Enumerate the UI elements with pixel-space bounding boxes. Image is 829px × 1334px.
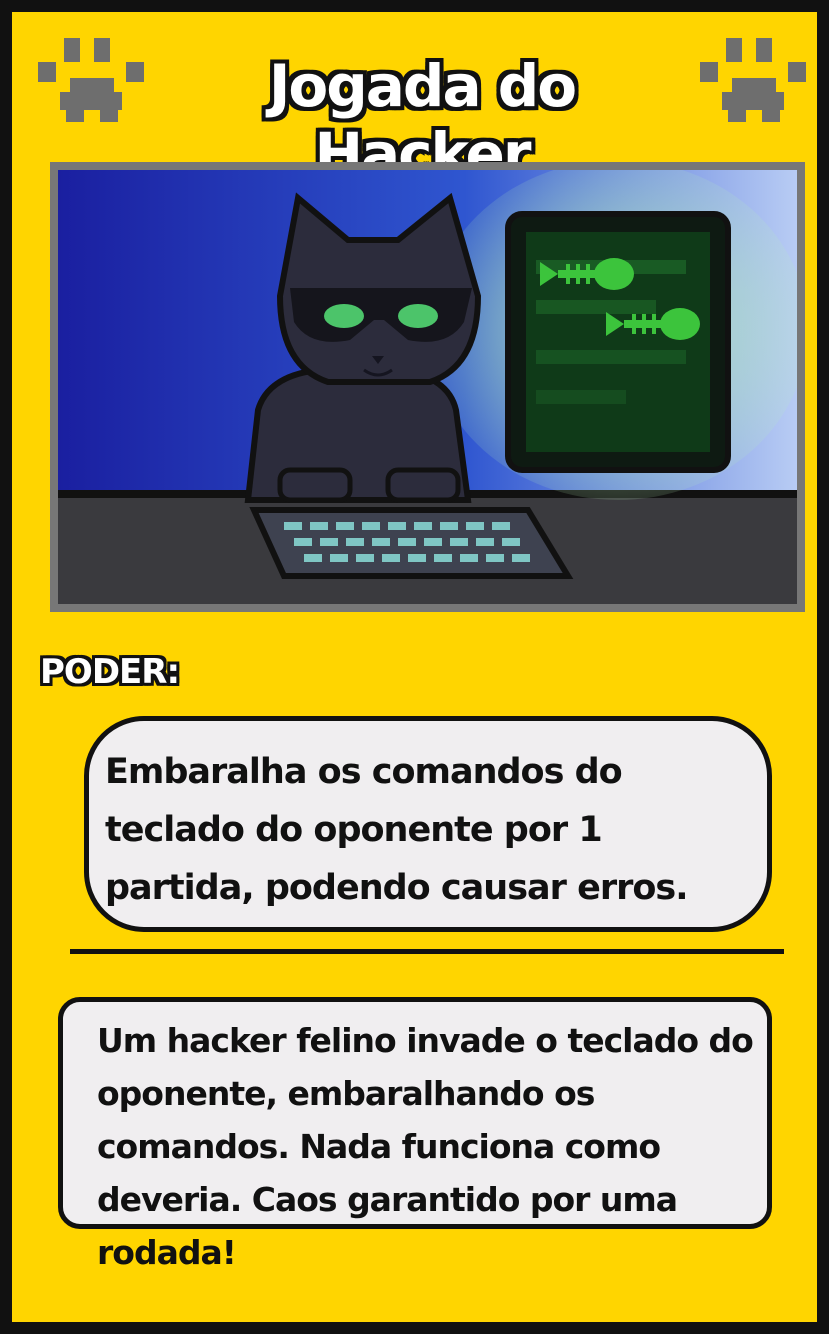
card-illustration <box>50 162 805 612</box>
flavor-text: Um hacker felino invade o teclado do opo… <box>97 1021 754 1272</box>
power-description-box: Embaralha os comandos do teclado do opon… <box>84 716 772 932</box>
game-card[interactable]: Jogada do Hacker PODER: Embaralha os com… <box>0 0 829 1334</box>
section-divider <box>70 949 784 954</box>
hacker-cat-illustration <box>58 170 797 604</box>
paw-icon <box>38 38 144 122</box>
power-description: Embaralha os comandos do teclado do opon… <box>105 752 689 908</box>
flavor-text-box: Um hacker felino invade o teclado do opo… <box>58 997 772 1272</box>
power-label: PODER: <box>40 652 180 692</box>
paw-icon <box>700 38 806 122</box>
